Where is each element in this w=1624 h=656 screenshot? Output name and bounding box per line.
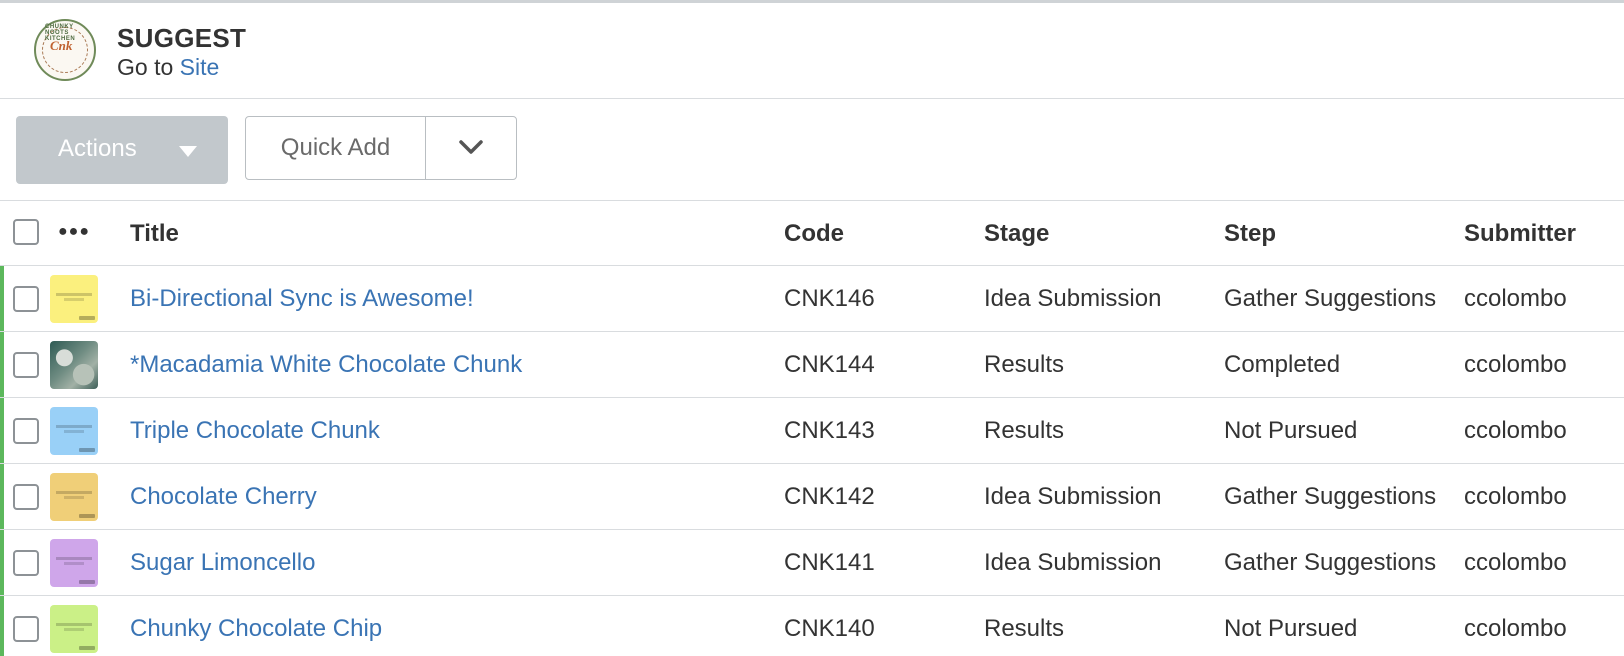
status-indicator-bar bbox=[0, 398, 4, 463]
thumbnail-mark bbox=[64, 562, 84, 565]
goto-prefix: Go to bbox=[117, 54, 174, 80]
idea-submitter: ccolombo bbox=[1464, 615, 1567, 642]
idea-step: Completed bbox=[1224, 351, 1341, 378]
idea-step: Not Pursued bbox=[1224, 417, 1358, 444]
idea-code: CNK144 bbox=[784, 351, 875, 378]
idea-thumbnail[interactable] bbox=[50, 407, 98, 455]
row-checkbox[interactable] bbox=[13, 550, 39, 576]
table-row[interactable]: Bi-Directional Sync is Awesome! CNK146 Ide… bbox=[0, 266, 1624, 332]
goto-site: Go to Site bbox=[117, 54, 219, 81]
quick-add-group: Quick Add bbox=[245, 116, 517, 180]
thumbnail-mark bbox=[64, 430, 84, 433]
idea-thumbnail[interactable] bbox=[50, 275, 98, 323]
idea-title-link[interactable]: *Macadamia White Chocolate Chunk bbox=[130, 351, 522, 379]
table-row[interactable]: Chocolate Cherry CNK142 Idea Submission Gat… bbox=[0, 464, 1624, 530]
caret-down-icon bbox=[179, 146, 197, 157]
idea-thumbnail[interactable] bbox=[50, 605, 98, 653]
idea-title-link[interactable]: Bi-Directional Sync is Awesome! bbox=[130, 285, 474, 313]
table-header: ●●● Title Code Stage Step Submitter bbox=[0, 202, 1624, 266]
idea-code: CNK143 bbox=[784, 417, 875, 444]
quick-add-button[interactable]: Quick Add bbox=[246, 117, 426, 179]
idea-title-link[interactable]: Chunky Chocolate Chip bbox=[130, 615, 382, 643]
status-indicator-bar bbox=[0, 596, 4, 656]
idea-step: Gather Suggestions bbox=[1224, 483, 1437, 510]
actions-label: Actions bbox=[58, 135, 137, 162]
thumbnail-mark bbox=[64, 298, 84, 301]
app-header: CHUNKY NOOTS KITCHEN Cnk SUGGEST Go to S… bbox=[0, 3, 1624, 99]
toolbar: Actions Quick Add bbox=[0, 100, 1624, 201]
thumbnail-mark bbox=[56, 293, 92, 296]
idea-submitter: ccolombo bbox=[1464, 417, 1567, 444]
idea-stage: Idea Submission bbox=[984, 483, 1162, 510]
idea-stage: Results bbox=[984, 417, 1065, 444]
table-row[interactable]: *Macadamia White Chocolate Chunk CNK144 Re… bbox=[0, 332, 1624, 398]
idea-stage: Results bbox=[984, 351, 1065, 378]
thumbnail-mark bbox=[56, 491, 92, 494]
row-checkbox[interactable] bbox=[13, 352, 39, 378]
logo-text: Cnk bbox=[50, 38, 73, 53]
thumbnail-mark bbox=[79, 514, 95, 518]
idea-step: Gather Suggestions bbox=[1224, 285, 1437, 312]
idea-code: CNK141 bbox=[784, 549, 875, 576]
actions-button[interactable]: Actions bbox=[16, 116, 228, 184]
thumbnail-mark bbox=[56, 623, 92, 626]
column-header-submitter[interactable]: Submitter bbox=[1464, 220, 1576, 248]
row-checkbox[interactable] bbox=[13, 616, 39, 642]
select-all-checkbox[interactable] bbox=[13, 219, 39, 245]
quick-add-dropdown-button[interactable] bbox=[426, 117, 516, 179]
idea-stage: Results bbox=[984, 615, 1065, 642]
idea-submitter: ccolombo bbox=[1464, 549, 1567, 576]
thumbnail-mark bbox=[56, 425, 92, 428]
thumbnail-mark bbox=[79, 316, 95, 320]
idea-code: CNK140 bbox=[784, 615, 875, 642]
status-indicator-bar bbox=[0, 530, 4, 595]
column-header-code[interactable]: Code bbox=[784, 220, 844, 248]
row-checkbox[interactable] bbox=[13, 286, 39, 312]
idea-code: CNK146 bbox=[784, 285, 875, 312]
idea-stage: Idea Submission bbox=[984, 549, 1162, 576]
idea-title-link[interactable]: Triple Chocolate Chunk bbox=[130, 417, 380, 445]
thumbnail-mark bbox=[64, 628, 84, 631]
column-header-step[interactable]: Step bbox=[1224, 220, 1276, 248]
status-indicator-bar bbox=[0, 464, 4, 529]
status-indicator-bar bbox=[0, 332, 4, 397]
idea-step: Not Pursued bbox=[1224, 615, 1358, 642]
chevron-down-icon bbox=[459, 140, 483, 154]
row-checkbox[interactable] bbox=[13, 484, 39, 510]
idea-step: Gather Suggestions bbox=[1224, 549, 1437, 576]
site-link[interactable]: Site bbox=[180, 54, 220, 80]
thumbnail-mark bbox=[56, 557, 92, 560]
idea-title-link[interactable]: Sugar Limoncello bbox=[130, 549, 315, 577]
thumbnail-mark bbox=[79, 646, 95, 650]
idea-thumbnail[interactable] bbox=[50, 341, 98, 389]
idea-stage: Idea Submission bbox=[984, 285, 1162, 312]
idea-title-link[interactable]: Chocolate Cherry bbox=[130, 483, 317, 511]
status-indicator-bar bbox=[0, 266, 4, 331]
more-options-icon[interactable]: ●●● bbox=[58, 223, 90, 241]
column-header-stage[interactable]: Stage bbox=[984, 220, 1049, 248]
thumbnail-mark bbox=[79, 580, 95, 584]
app-title: SUGGEST bbox=[117, 23, 247, 53]
table-row[interactable]: Triple Chocolate Chunk CNK143 Results Not P… bbox=[0, 398, 1624, 464]
table-row[interactable]: Sugar Limoncello CNK141 Idea Submission Gat… bbox=[0, 530, 1624, 596]
idea-thumbnail[interactable] bbox=[50, 539, 98, 587]
idea-submitter: ccolombo bbox=[1464, 483, 1567, 510]
idea-submitter: ccolombo bbox=[1464, 351, 1567, 378]
thumbnail-mark bbox=[64, 496, 84, 499]
idea-code: CNK142 bbox=[784, 483, 875, 510]
idea-submitter: ccolombo bbox=[1464, 285, 1567, 312]
table-row[interactable]: Chunky Chocolate Chip CNK140 Results Not Pu… bbox=[0, 596, 1624, 656]
row-checkbox[interactable] bbox=[13, 418, 39, 444]
idea-thumbnail[interactable] bbox=[50, 473, 98, 521]
logo[interactable]: CHUNKY NOOTS KITCHEN Cnk bbox=[34, 19, 96, 81]
thumbnail-mark bbox=[79, 448, 95, 452]
column-header-title[interactable]: Title bbox=[130, 220, 179, 248]
